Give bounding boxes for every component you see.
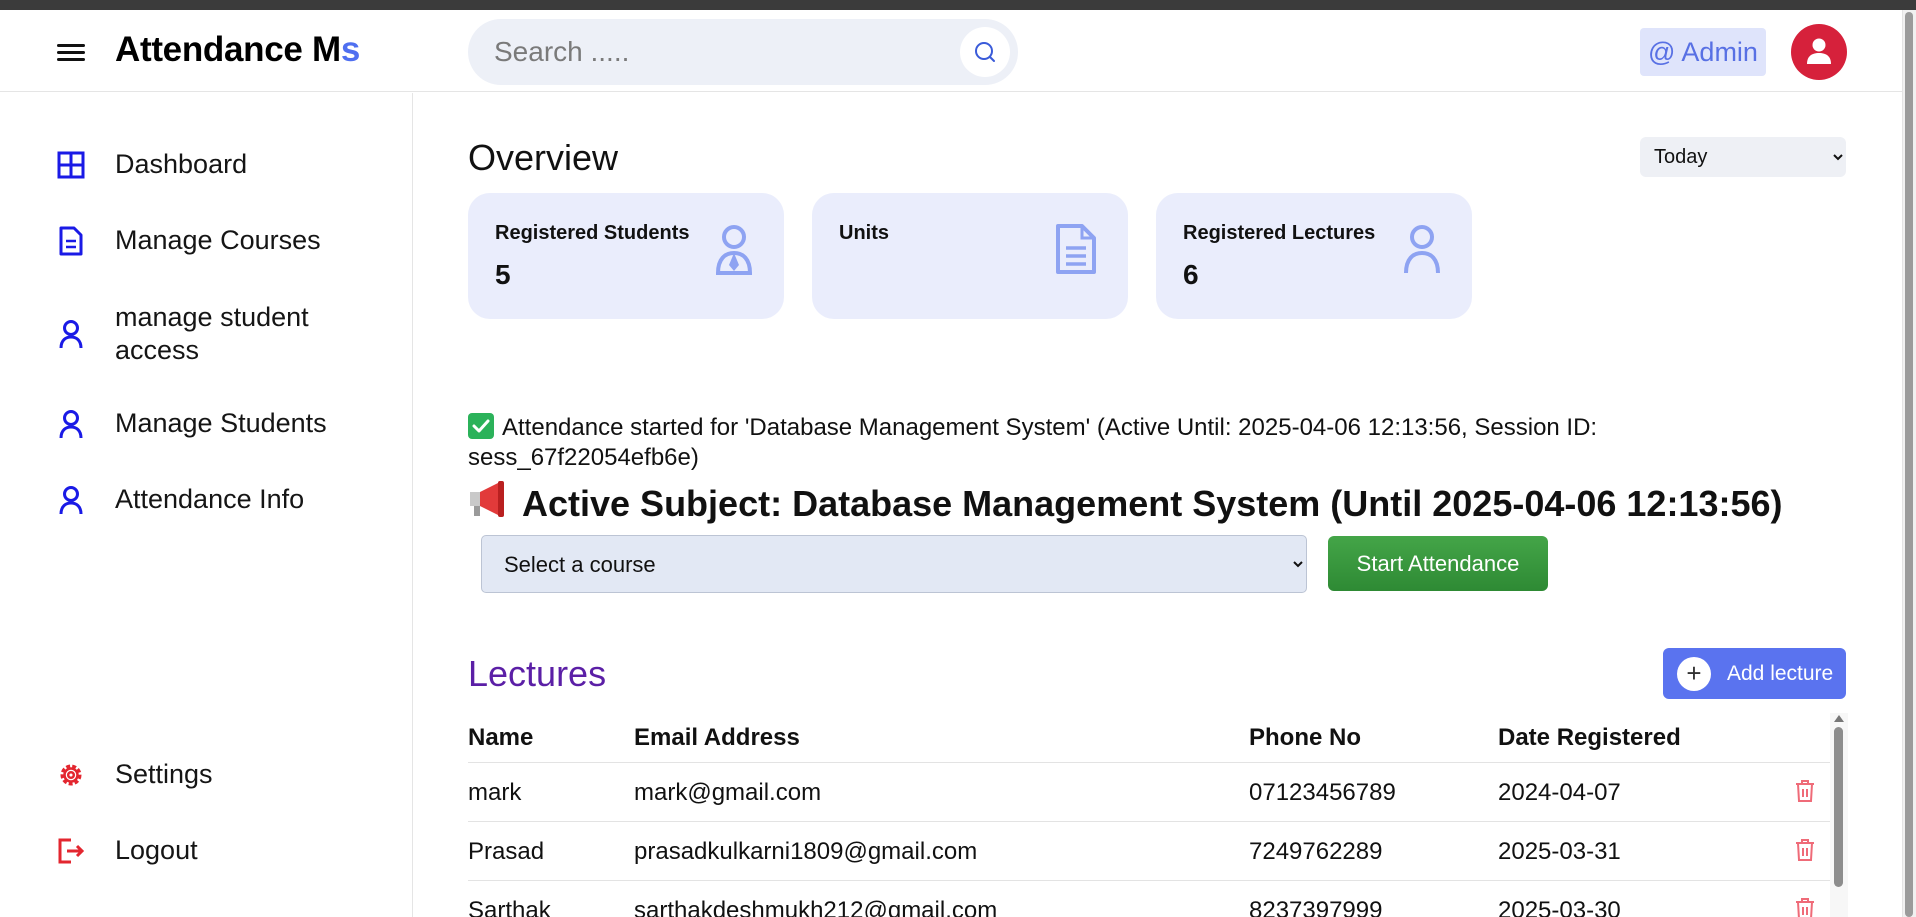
add-lecture-label: Add lecture	[1727, 661, 1834, 685]
document-icon	[1054, 223, 1098, 280]
sidebar-item-label: Dashboard	[115, 149, 248, 179]
user-avatar-icon	[1807, 38, 1831, 64]
stat-card-registered-lectures: Registered Lectures 6	[1156, 193, 1472, 319]
date-range-select[interactable]: Today	[1640, 137, 1846, 177]
add-lecture-button[interactable]: + Add lecture	[1663, 648, 1846, 699]
sidebar-item-logout[interactable]: Logout	[56, 834, 198, 867]
brand-text: Attendance M	[115, 30, 341, 69]
start-attendance-button[interactable]: Start Attendance	[1328, 536, 1548, 591]
lectures-table: Name Email Address Phone No Date Registe…	[468, 713, 1848, 917]
sidebar-item-label: Attendance Info	[115, 484, 305, 514]
trash-icon[interactable]	[1794, 838, 1816, 869]
gear-icon	[56, 760, 86, 790]
cell-name: mark	[468, 779, 522, 806]
lectures-title: Lectures	[468, 653, 607, 694]
search-input[interactable]	[494, 35, 934, 69]
plus-icon: +	[1677, 656, 1711, 691]
sidebar-item-manage-student-access[interactable]: manage student access	[56, 301, 345, 367]
sidebar-item-label: Logout	[115, 835, 198, 865]
search-bar	[468, 19, 1018, 85]
admin-badge[interactable]: @ Admin	[1640, 28, 1766, 76]
cell-phone: 8237397999	[1249, 897, 1383, 917]
hamburger-menu-icon[interactable]	[54, 40, 88, 70]
app-brand: Attendance Ms	[115, 30, 360, 70]
scroll-up-arrow-icon[interactable]	[1834, 715, 1844, 722]
sidebar-item-settings[interactable]: Settings	[56, 758, 213, 791]
sidebar-item-dashboard[interactable]: Dashboard	[56, 148, 247, 181]
cell-name: Prasad	[468, 838, 545, 865]
logout-icon	[56, 836, 86, 866]
cell-date: 2025-03-30	[1498, 897, 1621, 917]
active-subject-heading: Active Subject: Database Management Syst…	[468, 479, 1783, 528]
sidebar-item-label: Manage Courses	[115, 225, 321, 255]
table-scrollbar-thumb[interactable]	[1834, 727, 1843, 887]
stat-card-registered-students: Registered Students 5	[468, 193, 784, 319]
main-content: Overview Today Registered Students 5 Uni…	[414, 93, 1902, 917]
stat-card-units: Units	[812, 193, 1128, 319]
sidebar-item-label: manage student access	[115, 302, 309, 365]
user-icon	[56, 319, 86, 349]
search-button[interactable]	[960, 27, 1010, 77]
document-icon	[56, 226, 86, 256]
student-icon	[714, 223, 754, 280]
megaphone-icon	[468, 479, 510, 528]
grid-icon	[56, 150, 86, 180]
search-icon	[975, 42, 995, 62]
overview-title: Overview	[468, 137, 619, 178]
attendance-status-text: Attendance started for 'Database Managem…	[468, 414, 1598, 471]
table-row: mark mark@gmail.com 07123456789 2024-04-…	[468, 763, 1834, 822]
user-icon	[1402, 223, 1442, 280]
column-header-date: Date Registered	[1498, 724, 1681, 751]
browser-top-strip	[0, 0, 1916, 10]
checkmark-icon	[468, 413, 494, 439]
table-row: Prasad prasadkulkarni1809@gmail.com 7249…	[468, 822, 1834, 881]
user-icon	[56, 485, 86, 515]
top-header: Attendance Ms @ Admin	[0, 10, 1902, 92]
trash-icon[interactable]	[1794, 779, 1816, 810]
trash-icon[interactable]	[1794, 897, 1816, 917]
stat-card-title: Registered Lectures	[1183, 222, 1376, 244]
brand-accent-text: s	[340, 30, 361, 69]
cell-date: 2025-03-31	[1498, 838, 1621, 865]
column-header-name: Name	[468, 724, 534, 751]
cell-name: Sarthak	[468, 897, 551, 917]
table-row: Sarthak sarthakdeshmukh212@gmail.com 823…	[468, 881, 1834, 917]
sidebar: Dashboard Manage Courses manage student …	[0, 93, 413, 917]
cell-email: sarthakdeshmukh212@gmail.com	[634, 897, 998, 917]
user-icon	[56, 409, 86, 439]
sidebar-item-label: Manage Students	[115, 408, 327, 438]
cell-phone: 07123456789	[1249, 779, 1396, 806]
sidebar-item-manage-courses[interactable]: Manage Courses	[56, 224, 321, 257]
sidebar-item-manage-students[interactable]: Manage Students	[56, 407, 327, 440]
sidebar-item-label: Settings	[115, 759, 213, 789]
page-scrollbar-thumb[interactable]	[1905, 12, 1913, 917]
active-subject-text: Active Subject: Database Management Syst…	[522, 482, 1783, 524]
stat-card-value: 6	[1183, 259, 1199, 290]
stat-card-title: Units	[839, 222, 889, 244]
cell-date: 2024-04-07	[1498, 779, 1621, 806]
cell-email: mark@gmail.com	[634, 779, 822, 806]
cell-email: prasadkulkarni1809@gmail.com	[634, 838, 978, 865]
stat-card-value: 5	[495, 259, 511, 290]
course-select[interactable]: Select a course	[481, 535, 1307, 593]
attendance-status-message: Attendance started for 'Database Managem…	[468, 413, 1668, 473]
table-header-row: Name Email Address Phone No Date Registe…	[468, 713, 1834, 763]
user-avatar[interactable]	[1791, 24, 1847, 80]
cell-phone: 7249762289	[1249, 838, 1383, 865]
sidebar-item-attendance-info[interactable]: Attendance Info	[56, 483, 304, 516]
column-header-email: Email Address	[634, 724, 800, 751]
column-header-phone: Phone No	[1249, 724, 1361, 751]
stat-card-title: Registered Students	[495, 222, 690, 244]
